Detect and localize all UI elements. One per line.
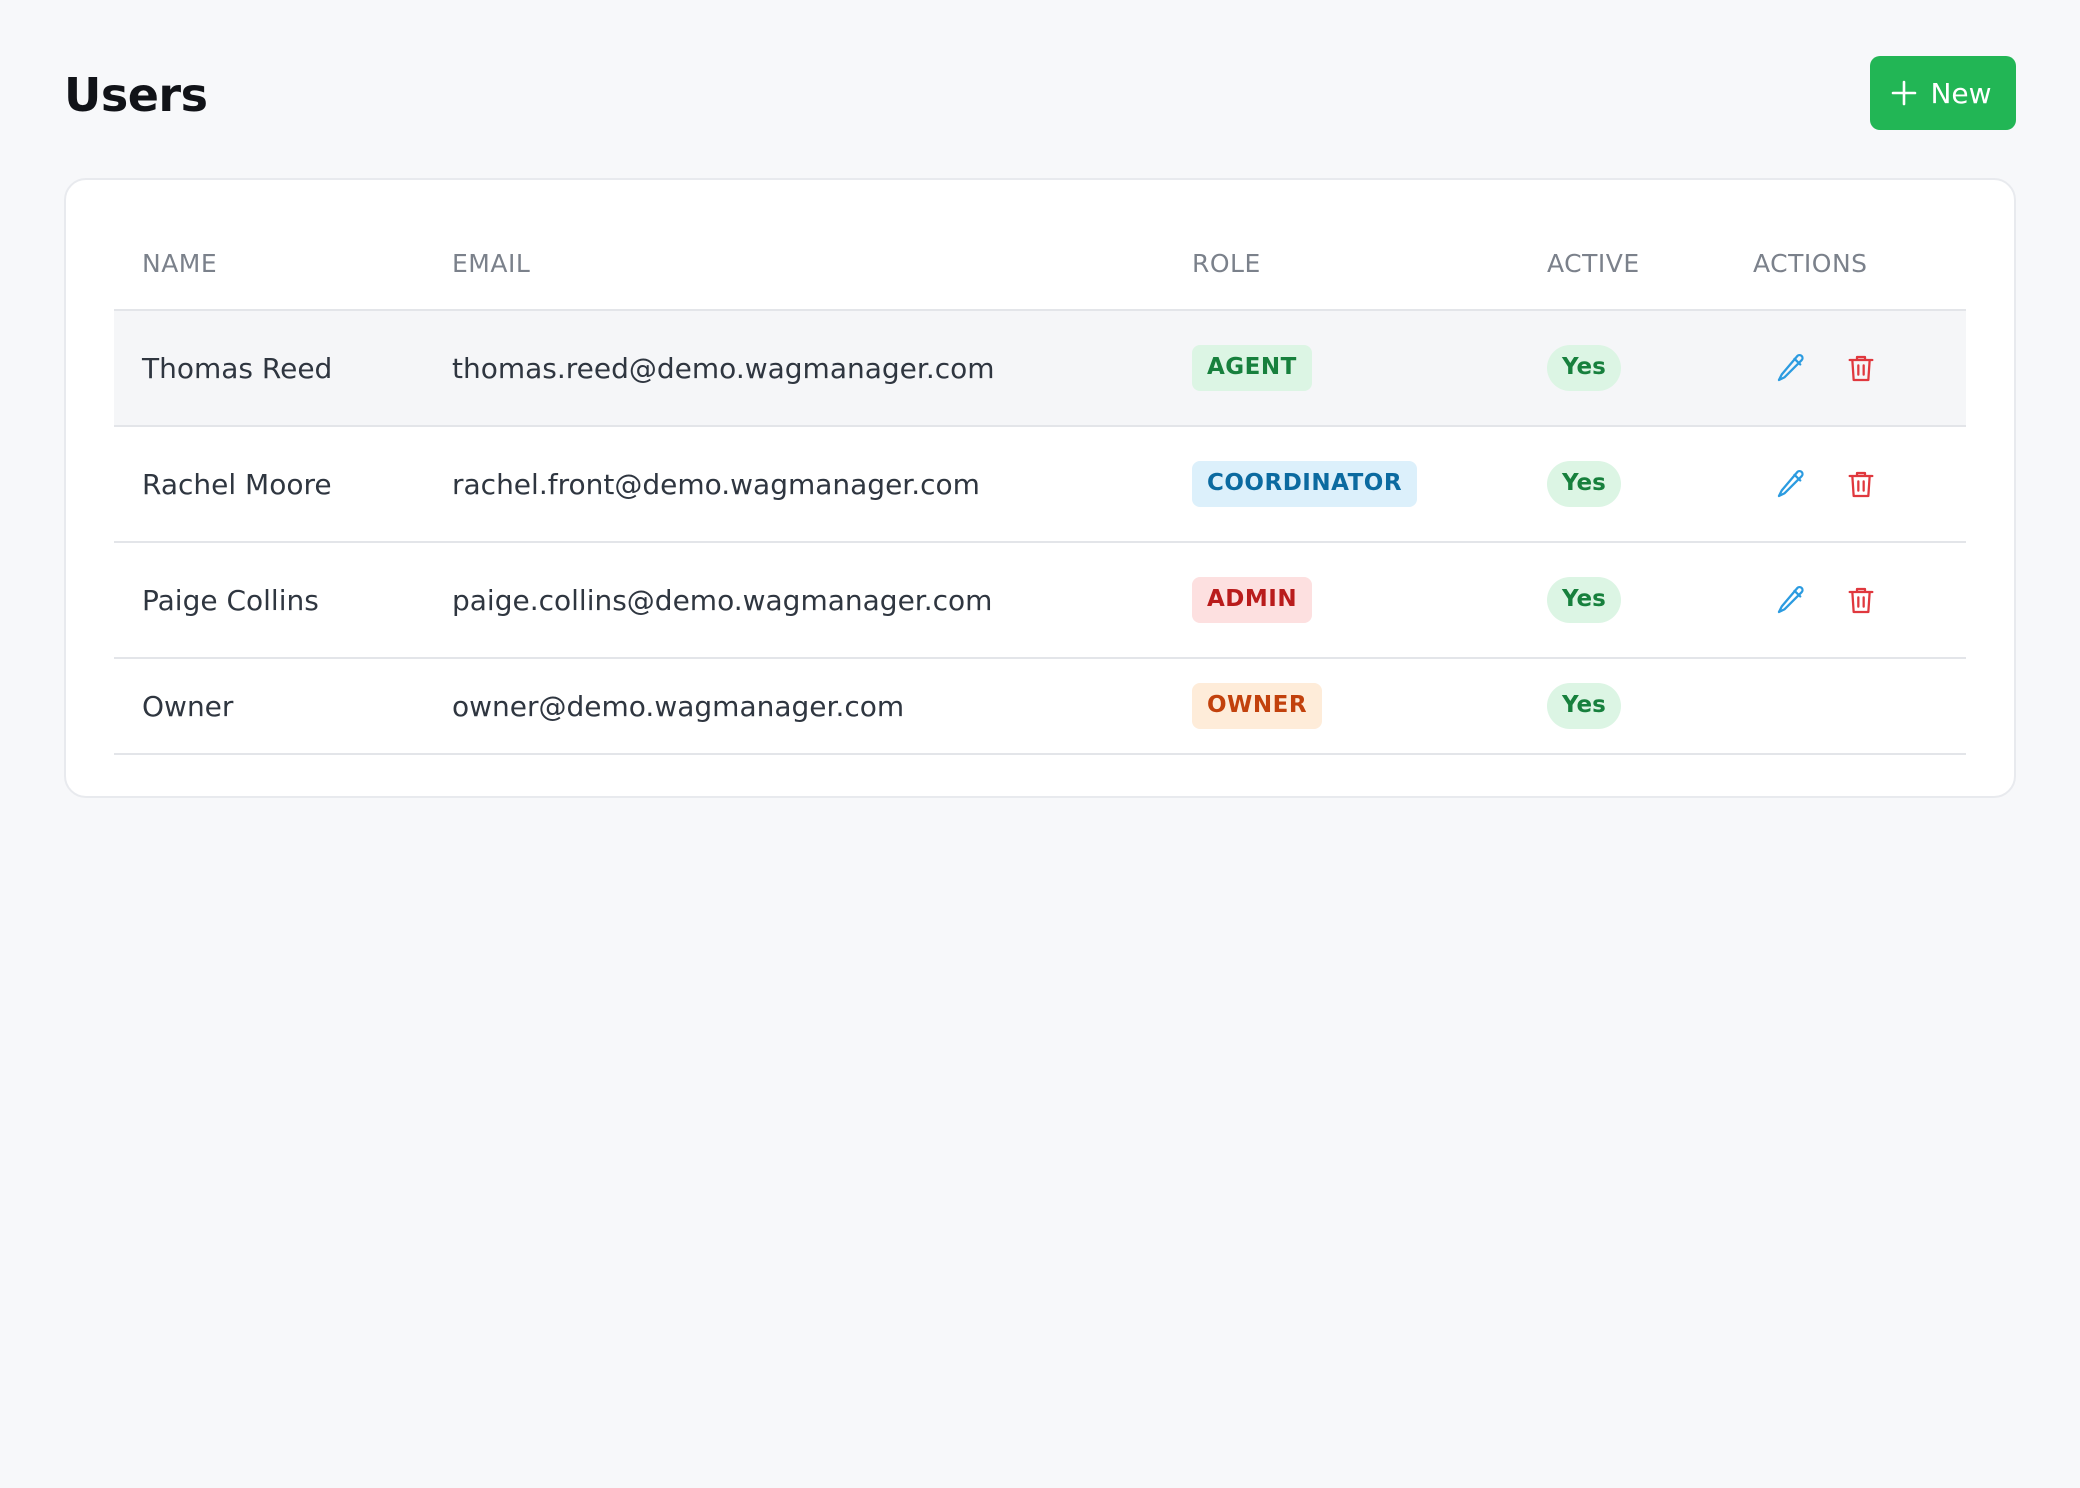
column-header-actions: ACTIONS <box>1725 228 1966 311</box>
plus-icon <box>1892 80 1917 106</box>
edit-button[interactable] <box>1773 466 1809 502</box>
actions-cell <box>1725 542 1966 659</box>
delete-button[interactable] <box>1843 350 1879 386</box>
trash-icon <box>1848 355 1874 382</box>
role-cell: ADMIN <box>1164 542 1519 659</box>
user-name: Thomas Reed <box>114 310 424 427</box>
active-badge: Yes <box>1547 683 1621 729</box>
role-badge: OWNER <box>1192 683 1323 729</box>
users-page: Users New NAME EMAIL ROLE ACTIVE ACTIONS… <box>64 56 2016 798</box>
user-name: Paige Collins <box>114 542 424 659</box>
column-header-name[interactable]: NAME <box>114 228 424 311</box>
column-header-active[interactable]: ACTIVE <box>1519 228 1725 311</box>
active-cell: Yes <box>1519 658 1725 755</box>
delete-button[interactable] <box>1843 582 1879 618</box>
user-name: Owner <box>114 658 424 755</box>
active-badge: Yes <box>1547 461 1621 507</box>
pencil-icon <box>1777 585 1804 614</box>
role-cell: COORDINATOR <box>1164 426 1519 543</box>
actions-cell <box>1725 658 1966 755</box>
table-header-row: NAME EMAIL ROLE ACTIVE ACTIONS <box>114 228 1966 311</box>
users-table-card: NAME EMAIL ROLE ACTIVE ACTIONS Thomas Re… <box>64 178 2016 798</box>
role-cell: OWNER <box>1164 658 1519 755</box>
page-title: Users <box>64 68 208 122</box>
new-user-button[interactable]: New <box>1870 56 2016 130</box>
actions-cell <box>1725 310 1966 427</box>
table-row[interactable]: Thomas Reed thomas.reed@demo.wagmanager.… <box>114 310 1966 427</box>
user-name: Rachel Moore <box>114 426 424 543</box>
column-header-email[interactable]: EMAIL <box>424 228 1164 311</box>
active-cell: Yes <box>1519 310 1725 427</box>
active-badge: Yes <box>1547 345 1621 391</box>
edit-button[interactable] <box>1773 350 1809 386</box>
active-cell: Yes <box>1519 542 1725 659</box>
trash-icon <box>1848 587 1874 614</box>
table-row[interactable]: Rachel Moore rachel.front@demo.wagmanage… <box>114 426 1966 543</box>
users-table: NAME EMAIL ROLE ACTIVE ACTIONS Thomas Re… <box>114 228 1966 755</box>
pencil-icon <box>1777 353 1804 382</box>
user-email: paige.collins@demo.wagmanager.com <box>424 542 1164 659</box>
user-email: rachel.front@demo.wagmanager.com <box>424 426 1164 543</box>
trash-icon <box>1848 471 1874 498</box>
delete-button[interactable] <box>1843 466 1879 502</box>
role-badge: AGENT <box>1192 345 1312 391</box>
role-cell: AGENT <box>1164 310 1519 427</box>
row-actions <box>1753 582 1966 618</box>
active-badge: Yes <box>1547 577 1621 623</box>
row-actions <box>1753 466 1966 502</box>
user-email: owner@demo.wagmanager.com <box>424 658 1164 755</box>
new-button-label: New <box>1930 76 1992 110</box>
column-header-role[interactable]: ROLE <box>1164 228 1519 311</box>
table-row[interactable]: Owner owner@demo.wagmanager.com OWNER Ye… <box>114 658 1966 755</box>
role-badge: ADMIN <box>1192 577 1313 623</box>
table-row[interactable]: Paige Collins paige.collins@demo.wagmana… <box>114 542 1966 659</box>
row-actions <box>1753 350 1966 386</box>
actions-cell <box>1725 426 1966 543</box>
active-cell: Yes <box>1519 426 1725 543</box>
user-email: thomas.reed@demo.wagmanager.com <box>424 310 1164 427</box>
pencil-icon <box>1777 469 1804 498</box>
role-badge: COORDINATOR <box>1192 461 1418 507</box>
edit-button[interactable] <box>1773 582 1809 618</box>
page-header: Users New <box>64 56 2016 130</box>
